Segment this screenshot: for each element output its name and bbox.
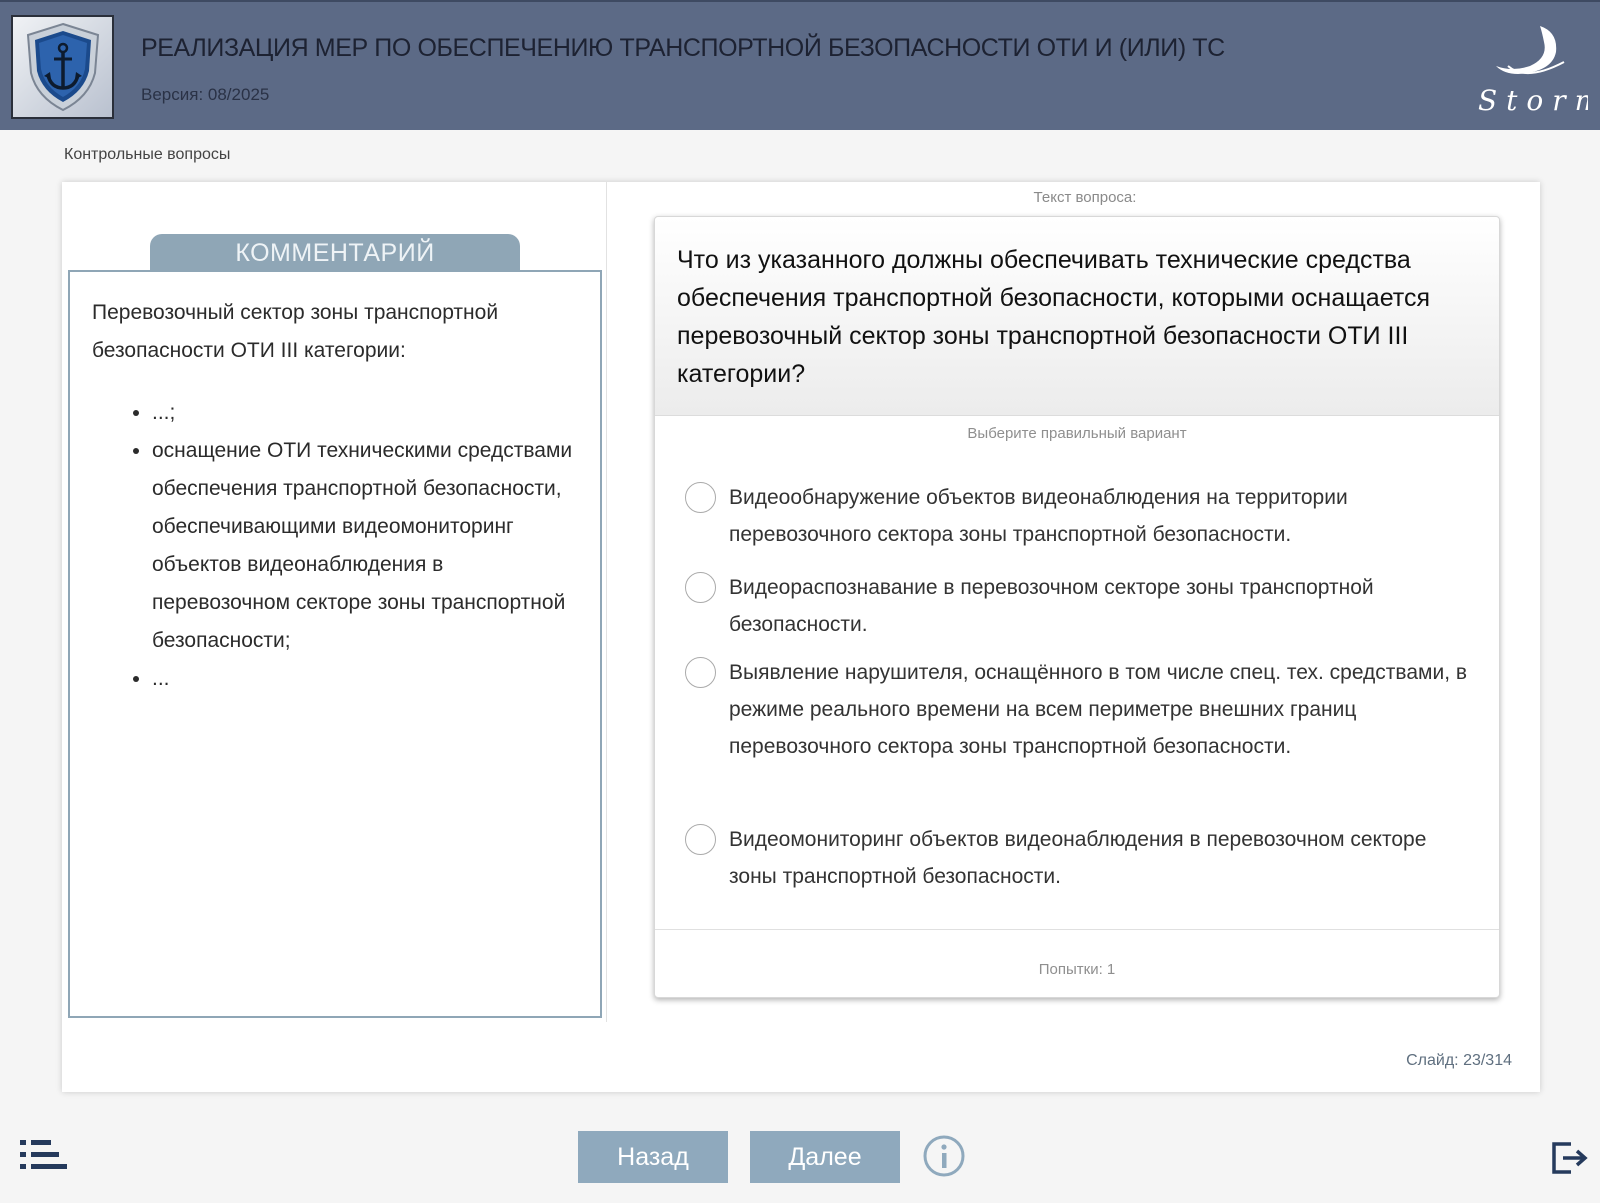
next-button[interactable]: Далее: [750, 1131, 900, 1183]
comment-box: Перевозочный сектор зоны транспортной бе…: [68, 270, 602, 1018]
answer-option-1[interactable]: Видеообнаружение объектов видеонаблюдени…: [685, 479, 1475, 553]
slide-counter: Слайд: 23/314: [1406, 1052, 1512, 1069]
header-bar: РЕАЛИЗАЦИЯ МЕР ПО ОБЕСПЕЧЕНИЮ ТРАНСПОРТН…: [0, 0, 1600, 130]
storm-brand-logo: Storm: [1478, 26, 1588, 117]
question-panel: Что из указанного должны обеспечивать те…: [654, 216, 1500, 998]
back-button[interactable]: Назад: [578, 1131, 728, 1183]
course-logo: [11, 15, 114, 119]
breadcrumb: Контрольные вопросы: [64, 146, 231, 163]
menu-button[interactable]: [20, 1137, 68, 1173]
comment-list-item: ...: [152, 660, 578, 698]
question-footer-divider: [655, 929, 1499, 930]
answer-option-label: Видеораспознавание в перевозочном сектор…: [729, 576, 1374, 636]
list-menu-icon: [20, 1140, 67, 1169]
exit-icon: [1552, 1142, 1588, 1174]
radio-button[interactable]: [685, 657, 716, 688]
anchor-shield-icon: [26, 22, 99, 112]
info-icon: [923, 1135, 965, 1177]
comment-intro: Перевозочный сектор зоны транспортной бе…: [92, 301, 499, 362]
answer-option-label: Видеомониторинг объектов видеонаблюдения…: [729, 828, 1427, 888]
radio-button[interactable]: [685, 572, 716, 603]
attempts-counter: Попытки: 1: [1038, 961, 1116, 978]
comment-list-item: ...;: [152, 394, 578, 432]
course-title: РЕАЛИЗАЦИЯ МЕР ПО ОБЕСПЕЧЕНИЮ ТРАНСПОРТН…: [141, 34, 1225, 62]
course-version: Версия: 08/2025: [141, 85, 270, 104]
column-divider: [606, 182, 607, 1022]
answer-option-label: Выявление нарушителя, оснащённого в том …: [729, 661, 1468, 758]
question-text: Что из указанного должны обеспечивать те…: [655, 217, 1499, 416]
radio-button[interactable]: [685, 482, 716, 513]
storm-wordmark: Storm: [1478, 84, 1588, 117]
comment-list-item: оснащение ОТИ техническими средствами об…: [152, 432, 578, 660]
answer-option-label: Видеообнаружение объектов видеонаблюдени…: [729, 486, 1348, 546]
comment-list: ...; оснащение ОТИ техническими средства…: [92, 394, 578, 698]
comment-tab: КОММЕНТАРИЙ: [150, 234, 520, 270]
info-button[interactable]: [922, 1134, 966, 1178]
answer-option-2[interactable]: Видеораспознавание в перевозочном сектор…: [685, 569, 1475, 643]
question-hint: Выберите правильный вариант: [967, 425, 1187, 442]
radio-button[interactable]: [685, 824, 716, 855]
answer-option-3[interactable]: Выявление нарушителя, оснащённого в том …: [685, 654, 1475, 765]
exit-button[interactable]: [1551, 1140, 1589, 1176]
answer-option-4[interactable]: Видеомониторинг объектов видеонаблюдения…: [685, 821, 1475, 895]
slide-card: КОММЕНТАРИЙ Перевозочный сектор зоны тра…: [62, 182, 1540, 1092]
question-caption: Текст вопроса:: [1033, 189, 1137, 206]
